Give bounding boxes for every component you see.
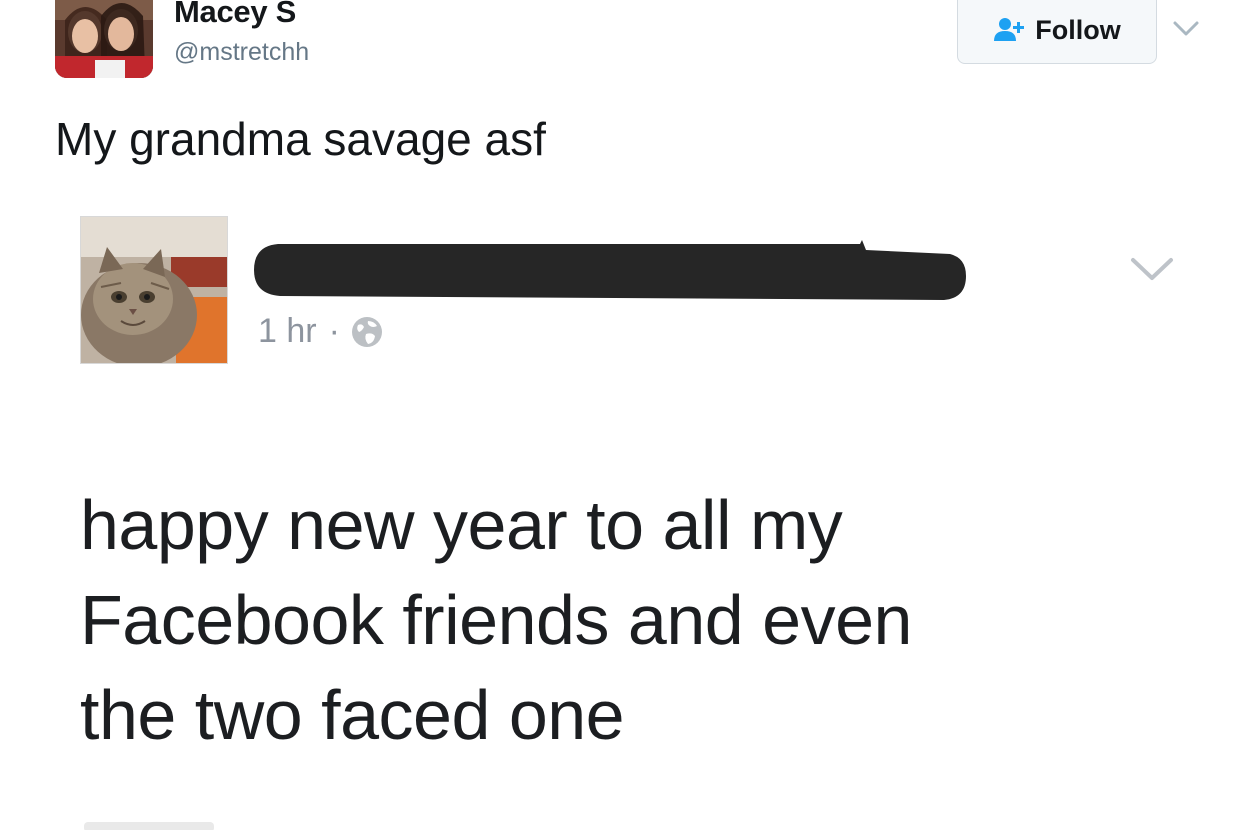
author-handle[interactable]: @mstretchh: [174, 38, 309, 67]
post-author-avatar[interactable]: [80, 216, 228, 364]
add-user-icon: [993, 17, 1025, 43]
post-body-line: Facebook friends and even: [80, 581, 912, 659]
redacted-author-name: [250, 240, 970, 304]
post-meta: 1 hr ·: [258, 312, 384, 351]
post-body-line: the two faced one: [80, 676, 625, 754]
globe-icon[interactable]: [350, 315, 384, 349]
post-timestamp[interactable]: 1 hr: [258, 312, 317, 351]
cropped-fragment: [84, 822, 214, 830]
chevron-down-icon[interactable]: [1170, 16, 1202, 42]
follow-button[interactable]: Follow: [957, 0, 1157, 64]
tweet-screenshot: Macey S @mstretchh Follow My grandma sav…: [0, 0, 1250, 830]
post-body: happy new year to all my Facebook friend…: [80, 478, 1180, 763]
chevron-down-icon[interactable]: [1128, 254, 1176, 284]
tweet-text: My grandma savage asf: [55, 113, 546, 165]
follow-button-label: Follow: [1035, 14, 1121, 45]
author-display-name[interactable]: Macey S: [174, 0, 296, 30]
meta-separator: ·: [328, 312, 340, 350]
post-body-line: happy new year to all my: [80, 486, 843, 564]
author-avatar[interactable]: [55, 0, 153, 78]
